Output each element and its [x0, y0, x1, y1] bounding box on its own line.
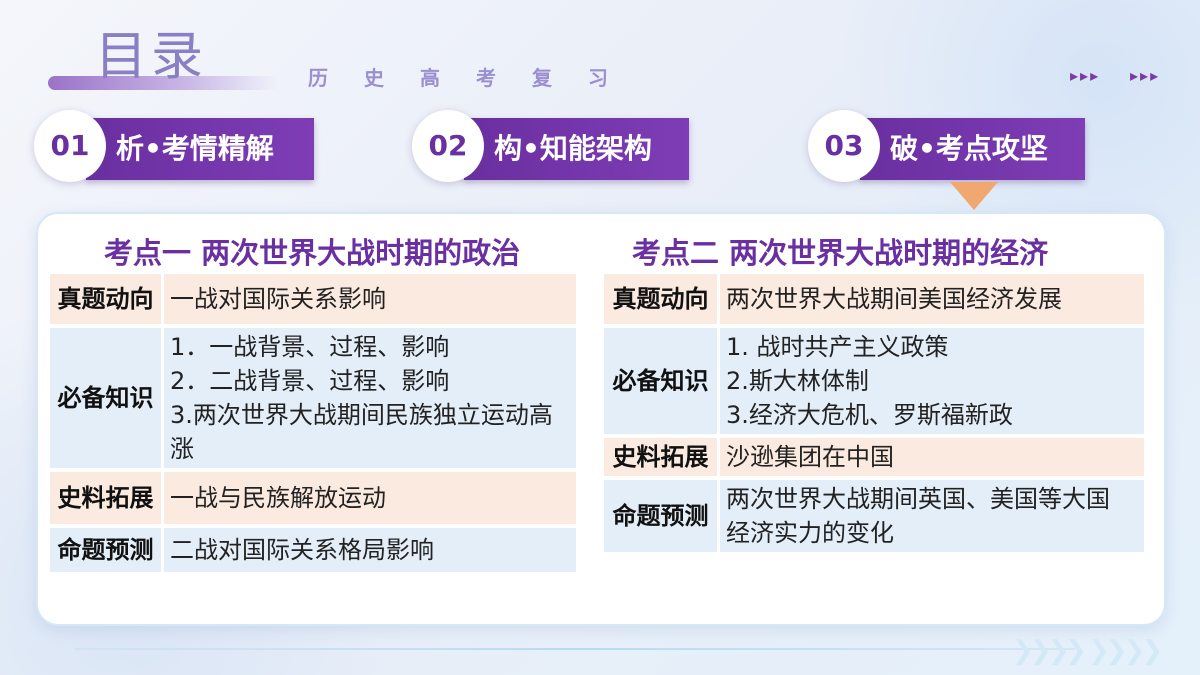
table-row: 必备知识 1．一战背景、过程、影响 2．二战背景、过程、影响 3.两次世界大战期… [50, 328, 576, 468]
tab-number: 03 [808, 110, 880, 182]
decor-arrows-right-icon: ▸▸▸ [1130, 66, 1161, 85]
table-row: 史料拓展 一战与民族解放运动 [50, 472, 576, 524]
left-section-title: 考点一 两次世界大战时期的政治 [104, 236, 521, 270]
row-key: 史料拓展 [604, 438, 720, 476]
table-row: 史料拓展 沙逊集团在中国 [604, 438, 1144, 476]
row-value: 一战对国际关系影响 [164, 274, 576, 324]
tab-number: 01 [34, 110, 106, 182]
table-row: 真题动向 两次世界大战期间美国经济发展 [604, 274, 1144, 324]
table-row: 命题预测 二战对国际关系格局影响 [50, 528, 576, 572]
table-row: 必备知识 1. 战时共产主义政策 2.斯大林体制 3.经济大危机、罗斯福新政 [604, 328, 1144, 434]
table-row: 真题动向 一战对国际关系影响 [50, 274, 576, 324]
footer-divider [75, 648, 1075, 650]
row-key: 必备知识 [50, 328, 164, 468]
left-table: 真题动向 一战对国际关系影响 必备知识 1．一战背景、过程、影响 2．二战背景、… [50, 270, 576, 576]
row-key: 必备知识 [604, 328, 720, 434]
tab-label: 构•知能架构 [464, 118, 689, 180]
row-value: 1．一战背景、过程、影响 2．二战背景、过程、影响 3.两次世界大战期间民族独立… [164, 328, 576, 468]
row-key: 命题预测 [50, 528, 164, 572]
row-value: 沙逊集团在中国 [720, 438, 1144, 476]
row-value: 1. 战时共产主义政策 2.斯大林体制 3.经济大危机、罗斯福新政 [720, 328, 1144, 434]
tab-label: 析•考情精解 [86, 118, 314, 180]
tab-label: 破•考点攻坚 [860, 118, 1085, 180]
row-key: 真题动向 [604, 274, 720, 324]
row-value: 两次世界大战期间美国经济发展 [720, 274, 1144, 324]
table-row: 命题预测 两次世界大战期间英国、美国等大国 经济实力的变化 [604, 480, 1144, 552]
row-key: 真题动向 [50, 274, 164, 324]
row-value: 两次世界大战期间英国、美国等大国 经济实力的变化 [720, 480, 1144, 552]
tab-number: 02 [412, 110, 484, 182]
right-section-title: 考点二 两次世界大战时期的经济 [632, 236, 1049, 270]
row-key: 史料拓展 [50, 472, 164, 524]
row-value: 一战与民族解放运动 [164, 472, 576, 524]
footer-chevrons-icon: ❯❯❯❯ [1012, 636, 1087, 666]
row-value: 二战对国际关系格局影响 [164, 528, 576, 572]
right-table: 真题动向 两次世界大战期间美国经济发展 必备知识 1. 战时共产主义政策 2.斯… [604, 270, 1144, 556]
page-subtitle: 历史高考复习 [308, 66, 644, 90]
active-tab-pointer-icon [950, 182, 998, 210]
row-key: 命题预测 [604, 480, 720, 552]
page-title: 目录 [95, 27, 208, 87]
footer-chevrons-icon: ❯❯❯❯ [1088, 636, 1163, 666]
decor-arrows-left-icon: ▸▸▸ [1070, 66, 1101, 85]
